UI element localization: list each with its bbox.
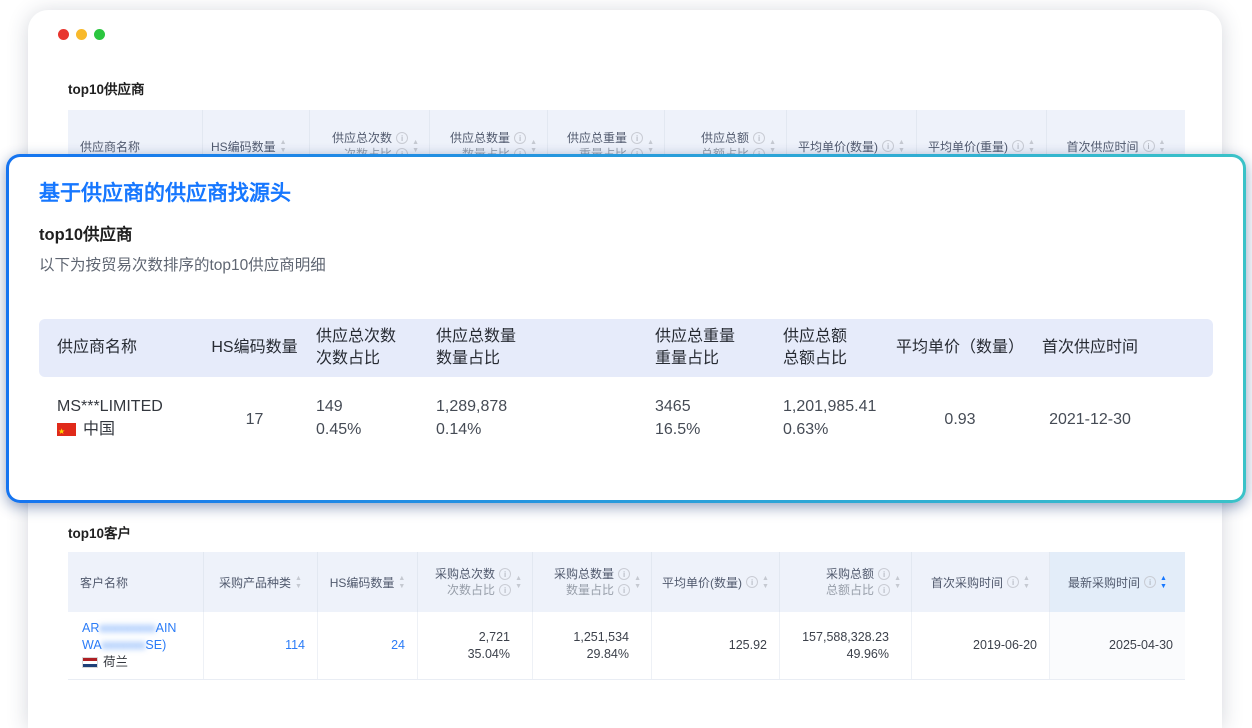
supplier-name-cell: MS***LIMITED 中国 bbox=[39, 395, 193, 443]
column-header-purchase-times[interactable]: 采购总次数 次数占比 bbox=[418, 552, 533, 612]
supplier-country: 中国 bbox=[83, 418, 115, 441]
panel-section-heading: top10供应商 bbox=[39, 223, 1213, 247]
info-icon[interactable] bbox=[499, 568, 511, 580]
panel-title: 基于供应商的供应商找源头 bbox=[39, 179, 1213, 209]
avg-price-quantity-cell: 0.93 bbox=[895, 408, 1025, 431]
panel-description: 以下为按贸易次数排序的top10供应商明细 bbox=[39, 255, 1213, 277]
column-header-hs-code-count[interactable]: HS编码数量 bbox=[318, 552, 418, 612]
column-header-supplier-name: 供应商名称 bbox=[39, 337, 193, 359]
info-icon[interactable] bbox=[396, 132, 408, 144]
purchase-amount-cell: 157,588,328.23 49.96% bbox=[780, 612, 912, 679]
sort-icon[interactable] bbox=[398, 575, 405, 590]
info-icon[interactable] bbox=[1143, 140, 1155, 152]
customer-table-row: ARxxxxxxxxxAIN WAxxxxxxxSE) 荷兰 114 24 bbox=[68, 612, 1185, 680]
info-icon[interactable] bbox=[882, 140, 894, 152]
china-flag-icon bbox=[57, 423, 76, 436]
sort-icon[interactable] bbox=[530, 139, 537, 154]
info-icon[interactable] bbox=[499, 584, 511, 596]
redacted-text: xxxxxxx bbox=[102, 638, 146, 652]
info-icon[interactable] bbox=[618, 584, 630, 596]
info-icon[interactable] bbox=[1007, 576, 1019, 588]
suppliers-section-heading: top10供应商 bbox=[68, 78, 145, 98]
column-header-latest-purchase-date[interactable]: 最新采购时间 bbox=[1050, 552, 1185, 612]
customer-name-link[interactable]: ARxxxxxxxxxAIN bbox=[82, 620, 191, 637]
column-header-first-supply-date: 首次供应时间 bbox=[1025, 337, 1155, 359]
highlighted-panel-content: 基于供应商的供应商找源头 top10供应商 以下为按贸易次数排序的top10供应… bbox=[9, 157, 1243, 500]
customers-table-header: 客户名称 采购产品种类 HS编码数量 采购总次数 次数占比 bbox=[68, 552, 1185, 612]
sort-icon[interactable] bbox=[894, 575, 901, 590]
redacted-text: xxxxxxxxx bbox=[99, 621, 155, 635]
close-window-button[interactable] bbox=[58, 29, 69, 40]
sort-icon[interactable] bbox=[1159, 139, 1166, 154]
hs-code-count-cell: 17 bbox=[193, 408, 316, 431]
supply-amount-cell: 1,201,985.41 0.63% bbox=[783, 395, 895, 443]
supply-quantity-cell: 1,289,878 0.14% bbox=[436, 395, 655, 443]
column-header-purchase-amount[interactable]: 采购总额 总额占比 bbox=[780, 552, 912, 612]
customers-section-heading: top10客户 bbox=[68, 522, 131, 542]
column-header-supply-weight: 供应总重量 重量占比 bbox=[655, 326, 783, 370]
info-icon[interactable] bbox=[878, 568, 890, 580]
column-header-hs-code-count: HS编码数量 bbox=[193, 337, 316, 359]
sort-icon[interactable] bbox=[412, 139, 419, 154]
info-icon[interactable] bbox=[753, 132, 765, 144]
sort-icon[interactable] bbox=[647, 139, 654, 154]
maximize-window-button[interactable] bbox=[94, 29, 105, 40]
column-header-avg-price-quantity[interactable]: 平均单价(数量) bbox=[652, 552, 780, 612]
info-icon[interactable] bbox=[746, 576, 758, 588]
highlighted-panel: 基于供应商的供应商找源头 top10供应商 以下为按贸易次数排序的top10供应… bbox=[6, 154, 1246, 503]
hs-code-count-cell: 24 bbox=[318, 612, 418, 679]
info-icon[interactable] bbox=[1144, 576, 1156, 588]
minimize-window-button[interactable] bbox=[76, 29, 87, 40]
first-supply-date-cell: 2021-12-30 bbox=[1025, 408, 1155, 431]
first-purchase-date-cell: 2019-06-20 bbox=[912, 612, 1050, 679]
column-header-purchase-quantity[interactable]: 采购总数量 数量占比 bbox=[533, 552, 652, 612]
column-header-product-types[interactable]: 采购产品种类 bbox=[204, 552, 318, 612]
product-types-link[interactable]: 114 bbox=[285, 637, 305, 654]
info-icon[interactable] bbox=[878, 584, 890, 596]
window-controls bbox=[58, 29, 105, 40]
product-types-cell: 114 bbox=[204, 612, 318, 679]
sort-icon[interactable] bbox=[898, 139, 905, 154]
purchase-quantity-cell: 1,251,534 29.84% bbox=[533, 612, 652, 679]
supplier-name: MS***LIMITED bbox=[57, 395, 193, 418]
netherlands-flag-icon bbox=[82, 657, 98, 668]
column-header-first-purchase-date[interactable]: 首次采购时间 bbox=[912, 552, 1050, 612]
overlay-table-header: 供应商名称 HS编码数量 供应总次数 次数占比 供应总数量 数量占比 供应总重量… bbox=[39, 319, 1213, 377]
supply-weight-cell: 3465 16.5% bbox=[655, 395, 783, 443]
column-header-customer-name: 客户名称 bbox=[68, 552, 204, 612]
sort-icon[interactable] bbox=[634, 575, 641, 590]
column-header-supply-times: 供应总次数 次数占比 bbox=[316, 326, 436, 370]
latest-purchase-date-cell: 2025-04-30 bbox=[1050, 612, 1185, 679]
info-icon[interactable] bbox=[1012, 140, 1024, 152]
sort-icon[interactable] bbox=[295, 575, 302, 590]
sort-icon-active[interactable] bbox=[1160, 575, 1167, 590]
customers-table: 客户名称 采购产品种类 HS编码数量 采购总次数 次数占比 bbox=[68, 552, 1185, 680]
column-header-avg-price-quantity: 平均单价（数量） bbox=[895, 337, 1025, 359]
sort-icon[interactable] bbox=[1023, 575, 1030, 590]
column-header-supply-amount: 供应总额 总额占比 bbox=[783, 326, 895, 370]
sort-icon[interactable] bbox=[280, 139, 287, 154]
hs-code-count-link[interactable]: 24 bbox=[391, 637, 405, 654]
sort-icon[interactable] bbox=[762, 575, 769, 590]
customer-name-link[interactable]: WAxxxxxxxSE) bbox=[82, 637, 191, 654]
supply-times-cell: 149 0.45% bbox=[316, 395, 436, 443]
column-header-supply-quantity: 供应总数量 数量占比 bbox=[436, 326, 655, 370]
overlay-table-row: MS***LIMITED 中国 17 149 0.45% 1,289,878 0… bbox=[39, 395, 1213, 443]
customer-name-cell: ARxxxxxxxxxAIN WAxxxxxxxSE) 荷兰 bbox=[68, 612, 204, 679]
avg-price-quantity-cell: 125.92 bbox=[652, 612, 780, 679]
screen: top10供应商 供应商名称 HS编码数量 供应总次数 次数占比 bbox=[0, 0, 1252, 728]
sort-icon[interactable] bbox=[1028, 139, 1035, 154]
info-icon[interactable] bbox=[514, 132, 526, 144]
info-icon[interactable] bbox=[631, 132, 643, 144]
sort-icon[interactable] bbox=[769, 139, 776, 154]
sort-icon[interactable] bbox=[515, 575, 522, 590]
customer-country: 荷兰 bbox=[103, 654, 128, 671]
purchase-times-cell: 2,721 35.04% bbox=[418, 612, 533, 679]
info-icon[interactable] bbox=[618, 568, 630, 580]
